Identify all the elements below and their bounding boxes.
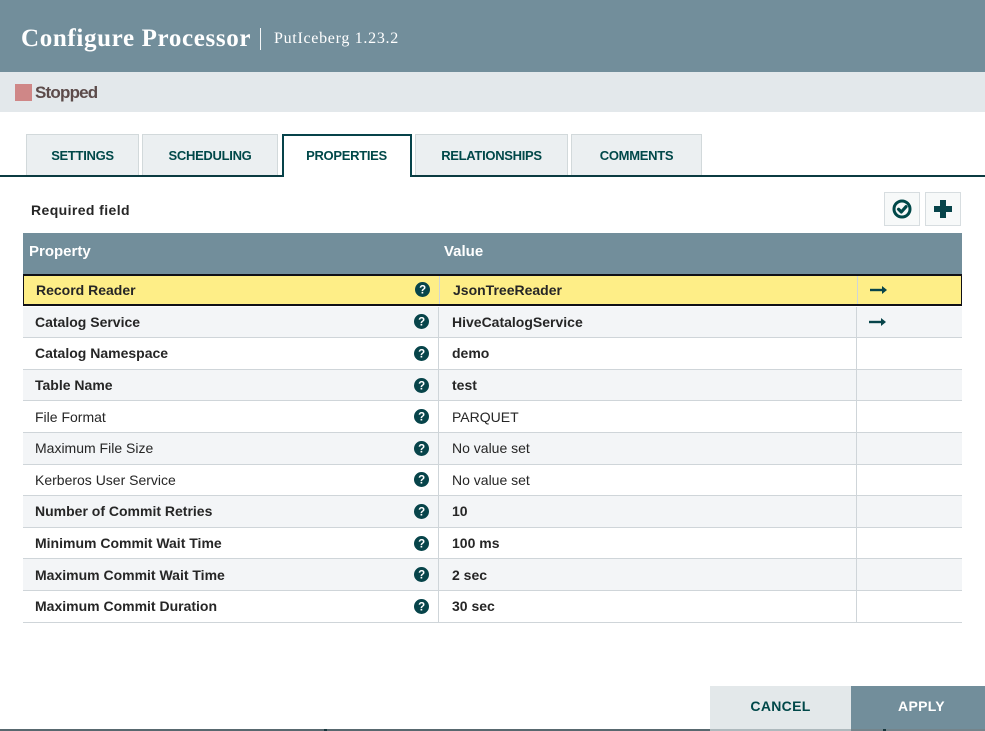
svg-text:?: ?: [418, 570, 425, 582]
svg-text:?: ?: [418, 507, 425, 519]
svg-text:?: ?: [418, 317, 425, 329]
svg-text:?: ?: [418, 380, 425, 392]
svg-text:?: ?: [419, 285, 426, 297]
svg-text:?: ?: [418, 349, 425, 361]
svg-text:?: ?: [418, 475, 425, 487]
svg-text:?: ?: [418, 443, 425, 455]
svg-text:?: ?: [418, 538, 425, 550]
svg-text:?: ?: [418, 412, 425, 424]
svg-text:?: ?: [418, 601, 425, 613]
